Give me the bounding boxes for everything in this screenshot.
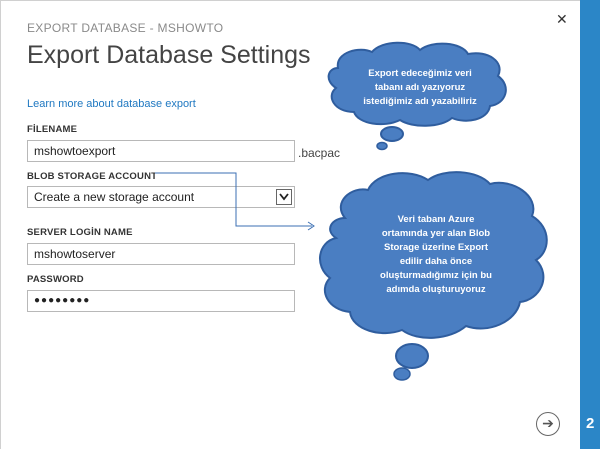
- step-sidebar: 2: [580, 0, 600, 449]
- learn-more-link[interactable]: Learn more about database export: [27, 98, 196, 110]
- page-title: Export Database Settings: [27, 41, 311, 69]
- filename-field[interactable]: mshowtoexport: [27, 140, 295, 162]
- next-arrow-button[interactable]: ➔: [536, 412, 560, 436]
- export-dialog: ✕ EXPORT DATABASE - MSHOWTO Export Datab…: [0, 0, 580, 449]
- arrow-right-icon: ➔: [542, 415, 554, 431]
- step-number: 2: [586, 415, 595, 432]
- dialog-subtitle: EXPORT DATABASE - MSHOWTO: [27, 21, 224, 35]
- server-login-field[interactable]: mshowtoserver: [27, 243, 295, 265]
- blob-storage-selected-value: Create a new storage account: [34, 190, 195, 204]
- filename-suffix: .bacpac: [298, 146, 341, 160]
- password-label: PASSWORD: [27, 274, 84, 285]
- password-field[interactable]: ●●●●●●●●: [27, 290, 295, 312]
- server-login-label: SERVER LOGİN NAME: [27, 227, 133, 238]
- filename-label: FİLENAME: [27, 124, 78, 135]
- blob-storage-label: BLOB STORAGE ACCOUNT: [27, 171, 158, 182]
- close-icon[interactable]: ✕: [556, 11, 568, 28]
- chevron-down-icon[interactable]: [276, 189, 292, 205]
- blob-storage-select[interactable]: Create a new storage account: [27, 186, 295, 208]
